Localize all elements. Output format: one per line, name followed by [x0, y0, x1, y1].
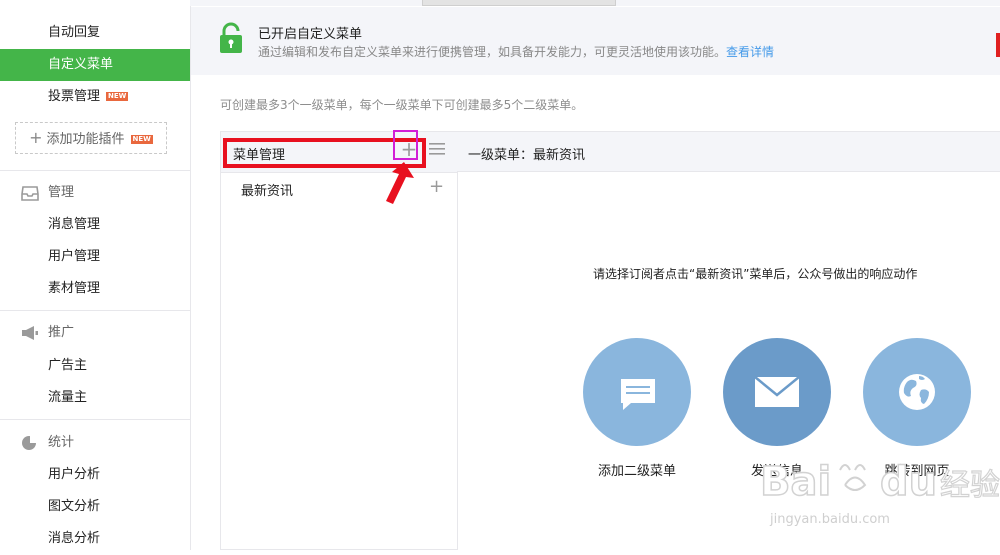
add-submenu-icon[interactable]: + [429, 176, 444, 197]
menu-detail-title: 一级菜单：最新资讯 [468, 148, 586, 163]
sidebar-item-users[interactable]: 用户管理 [0, 241, 190, 273]
sidebar-item-label: 自动回复 [48, 25, 101, 40]
red-edge-marker [996, 33, 1000, 57]
sidebar-section-stats: 统计 [0, 427, 190, 459]
message-icon [621, 379, 655, 410]
sidebar: 自动回复 自定义菜单 投票管理 NEW + 添加功能插件 NEW 管理 消息管理 用户… [0, 0, 191, 550]
top-tab-bar [190, 0, 1000, 6]
action-prompt: 请选择订阅者点击“最新资讯”菜单后，公众号做出的响应动作 [593, 267, 918, 281]
svg-text:Bai: Bai [760, 459, 831, 505]
notice-text: 通过编辑和发布自定义菜单来进行便携管理，如具备开发能力，可更灵活地使用该功能。 [258, 45, 727, 59]
view-details-link[interactable]: 查看详情 [726, 45, 774, 59]
section-title: 管理 [48, 185, 75, 200]
tab[interactable] [422, 0, 616, 6]
divider [0, 170, 190, 171]
sidebar-item-message-analysis[interactable]: 消息分析 [0, 523, 190, 555]
divider [0, 419, 190, 420]
sidebar-item-label: 流量主 [48, 390, 88, 405]
envelope-icon [754, 376, 800, 407]
globe-icon [899, 374, 935, 410]
menu-detail-header: 一级菜单：最新资讯 [457, 132, 1000, 172]
svg-text:经验: 经验 [940, 468, 1000, 503]
inbox-icon [21, 186, 39, 201]
add-submenu-action[interactable]: 添加二级菜单 [583, 338, 691, 479]
svg-text:du: du [880, 459, 937, 505]
sidebar-item-user-analysis[interactable]: 用户分析 [0, 459, 190, 491]
sidebar-item-materials[interactable]: 素材管理 [0, 273, 190, 305]
sidebar-item-publisher[interactable]: 流量主 [0, 382, 190, 414]
sidebar-item-custom-menu[interactable]: 自定义菜单 [0, 49, 190, 81]
notice-description: 通过编辑和发布自定义菜单来进行便携管理，如具备开发能力，可更灵活地使用该功能。查… [258, 43, 774, 60]
menu-list-panel: 菜单管理 + 最新资讯 + [220, 131, 458, 550]
action-label: 添加二级菜单 [597, 464, 676, 479]
sidebar-item-label: 用户管理 [48, 249, 101, 264]
section-title: 统计 [48, 435, 75, 450]
sidebar-item-label: 图文分析 [48, 499, 101, 514]
section-title: 推广 [48, 325, 75, 340]
highlight-box-plus [393, 130, 418, 160]
sidebar-item-label: 消息管理 [48, 217, 101, 232]
sidebar-item-auto-reply[interactable]: 自动回复 [0, 17, 190, 49]
sidebar-item-label: 投票管理 [48, 89, 101, 104]
sidebar-item-article-analysis[interactable]: 图文分析 [0, 491, 190, 523]
notice-banner: 已开启自定义菜单 通过编辑和发布自定义菜单来进行便携管理，如具备开发能力，可更灵… [191, 7, 1000, 75]
menu-item[interactable]: 最新资讯 + [221, 174, 457, 204]
megaphone-icon [22, 326, 38, 340]
menu-limit-hint: 可创建最多3个一级菜单，每个一级菜单下可创建最多5个二级菜单。 [220, 98, 584, 112]
sidebar-item-advertiser[interactable]: 广告主 [0, 350, 190, 382]
sidebar-item-label: 素材管理 [48, 281, 101, 296]
sidebar-item-label: 用户分析 [48, 467, 101, 482]
sidebar-item-label: 消息分析 [48, 531, 101, 546]
notice-title: 已开启自定义菜单 [258, 27, 363, 42]
sidebar-section-promote: 推广 [0, 317, 190, 349]
action-circle[interactable] [583, 338, 691, 446]
sidebar-item-vote[interactable]: 投票管理 NEW [0, 81, 190, 113]
lock-icon [220, 22, 242, 53]
pie-chart-icon [22, 435, 38, 450]
sort-menu-icon[interactable] [429, 142, 445, 156]
sidebar-item-label: 广告主 [48, 358, 88, 373]
sidebar-item-messages[interactable]: 消息管理 [0, 209, 190, 241]
menu-item-label: 最新资讯 [241, 184, 294, 199]
divider [0, 310, 190, 311]
sidebar-section-manage: 管理 [0, 177, 190, 209]
add-plugin-button[interactable]: + 添加功能插件 NEW [15, 122, 167, 154]
add-plugin-label: 添加功能插件 [46, 132, 125, 147]
new-badge: NEW [130, 135, 153, 144]
action-circle[interactable] [723, 338, 831, 446]
plus-icon: + [29, 128, 43, 147]
sidebar-item-label: 自定义菜单 [48, 57, 114, 72]
pointer-arrow-icon [386, 162, 414, 204]
new-badge: NEW [106, 92, 129, 101]
action-circle[interactable] [863, 338, 971, 446]
watermark-url: jingyan.baidu.com [770, 512, 890, 527]
